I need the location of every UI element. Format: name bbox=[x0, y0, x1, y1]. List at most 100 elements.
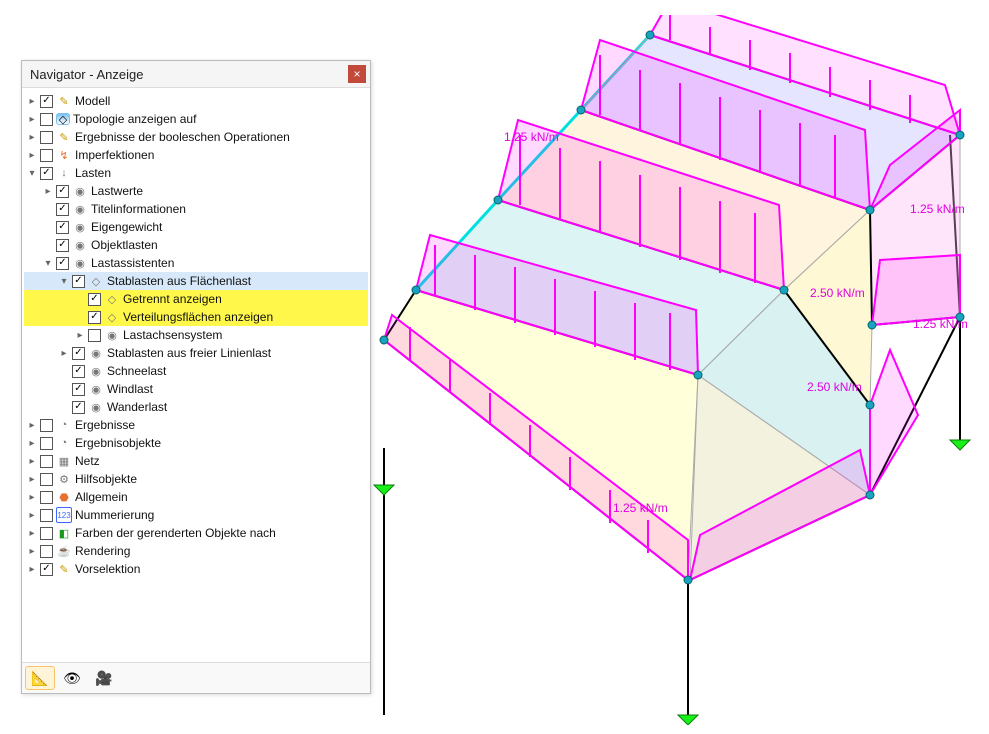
checkbox[interactable] bbox=[40, 509, 53, 522]
tree-item[interactable]: ▸✓◉Stablasten aus freier Linienlast bbox=[24, 344, 368, 362]
checkbox[interactable]: ✓ bbox=[56, 257, 69, 270]
chevron-right-icon[interactable]: ▸ bbox=[26, 473, 38, 485]
chevron-right-icon[interactable]: ▸ bbox=[26, 419, 38, 431]
tree-item[interactable]: ▸◉Lastachsensystem bbox=[24, 326, 368, 344]
tree-item[interactable]: ▸✓◉Objektlasten bbox=[24, 236, 368, 254]
tree-item-label: Windlast bbox=[107, 382, 153, 396]
checkbox[interactable] bbox=[40, 149, 53, 162]
tree-item[interactable]: ▸ ◔Ergebnisse bbox=[24, 416, 368, 434]
chevron-right-icon[interactable]: ▸ bbox=[74, 329, 86, 341]
tree-node-icon: ◧ bbox=[56, 525, 72, 541]
tree-item[interactable]: ▸✎Ergebnisse der booleschen Operationen bbox=[24, 128, 368, 146]
checkbox[interactable]: ✓ bbox=[40, 563, 53, 576]
chevron-right-icon[interactable]: ▸ bbox=[26, 131, 38, 143]
checkbox[interactable] bbox=[40, 473, 53, 486]
tree-item[interactable]: ▸✓◉Schneelast bbox=[24, 362, 368, 380]
tree-item[interactable]: ▸↯Imperfektionen bbox=[24, 146, 368, 164]
chevron-right-icon[interactable]: ▸ bbox=[26, 563, 38, 575]
checkbox[interactable]: ✓ bbox=[56, 185, 69, 198]
chevron-right-icon[interactable]: ▸ bbox=[26, 491, 38, 503]
chevron-right-icon[interactable]: ▸ bbox=[26, 455, 38, 467]
tree-item-label: Imperfektionen bbox=[75, 148, 154, 162]
chevron-right-icon[interactable]: ▸ bbox=[26, 437, 38, 449]
tree-node-icon: ◇ bbox=[104, 309, 120, 325]
tree-node-icon: ◉ bbox=[104, 327, 120, 343]
chevron-right-icon[interactable]: ▸ bbox=[26, 113, 38, 125]
tree-item[interactable]: ▾✓◇Stablasten aus Flächenlast bbox=[24, 272, 368, 290]
tree-item[interactable]: ▸✓✎Modell bbox=[24, 92, 368, 110]
tree-item[interactable]: ▸✓◇Getrennt anzeigen bbox=[24, 290, 368, 308]
checkbox[interactable] bbox=[40, 419, 53, 432]
tree-item-label: Verteilungsflächen anzeigen bbox=[123, 310, 273, 324]
tree-node-icon: ✎ bbox=[56, 93, 72, 109]
tab-camera-icon[interactable]: 🎥 bbox=[89, 666, 119, 690]
tree-view[interactable]: ▸✓✎Modell▸◇Topologie anzeigen auf▸✎Ergeb… bbox=[22, 88, 370, 662]
checkbox[interactable] bbox=[40, 527, 53, 540]
checkbox[interactable]: ✓ bbox=[72, 347, 85, 360]
checkbox[interactable] bbox=[40, 437, 53, 450]
tree-node-icon: ✎ bbox=[56, 129, 72, 145]
tree-item[interactable]: ▸✓✎Vorselektion bbox=[24, 560, 368, 578]
tab-navigator-icon[interactable]: 📐 bbox=[25, 666, 55, 690]
chevron-right-icon[interactable]: ▸ bbox=[26, 95, 38, 107]
tree-item[interactable]: ▸✓◉Lastwerte bbox=[24, 182, 368, 200]
chevron-right-icon[interactable]: ▸ bbox=[26, 527, 38, 539]
checkbox[interactable]: ✓ bbox=[88, 293, 101, 306]
checkbox[interactable]: ✓ bbox=[56, 239, 69, 252]
load-annotation: 1.25 kN/m bbox=[910, 202, 965, 216]
tree-item[interactable]: ▸⚙Hilfsobjekte bbox=[24, 470, 368, 488]
tree-item[interactable]: ▸✓◇Verteilungsflächen anzeigen bbox=[24, 308, 368, 326]
model-viewport[interactable]: 1.25 kN/m 1.25 kN/m 2.50 kN/m 1.25 kN/m … bbox=[370, 15, 980, 725]
checkbox[interactable]: ✓ bbox=[72, 383, 85, 396]
chevron-right-icon[interactable]: ▸ bbox=[42, 185, 54, 197]
tree-item-label: Modell bbox=[75, 94, 110, 108]
checkbox[interactable]: ✓ bbox=[72, 275, 85, 288]
tree-item[interactable]: ▸◇Topologie anzeigen auf bbox=[24, 110, 368, 128]
close-icon[interactable]: × bbox=[348, 65, 366, 83]
tree-item[interactable]: ▸▦Netz bbox=[24, 452, 368, 470]
chevron-right-icon[interactable]: ▸ bbox=[26, 545, 38, 557]
checkbox[interactable]: ✓ bbox=[40, 95, 53, 108]
tree-item[interactable]: ▸✓◉Wanderlast bbox=[24, 398, 368, 416]
tree-item-label: Ergebnisse bbox=[75, 418, 135, 432]
tree-item[interactable]: ▸123Nummerierung bbox=[24, 506, 368, 524]
tree-item[interactable]: ▸☕Rendering bbox=[24, 542, 368, 560]
tree-node-icon: ◉ bbox=[72, 237, 88, 253]
tree-node-icon: ◉ bbox=[88, 399, 104, 415]
tree-item-label: Lastassistenten bbox=[91, 256, 174, 270]
tree-item[interactable]: ▾✓↓Lasten bbox=[24, 164, 368, 182]
checkbox[interactable]: ✓ bbox=[40, 167, 53, 180]
chevron-down-icon[interactable]: ▾ bbox=[26, 167, 38, 179]
checkbox[interactable] bbox=[40, 491, 53, 504]
tree-node-icon: ↓ bbox=[56, 165, 72, 181]
tree-item-label: Topologie anzeigen auf bbox=[73, 112, 196, 126]
checkbox[interactable]: ✓ bbox=[88, 311, 101, 324]
tree-item[interactable]: ▸◧Farben der gerenderten Objekte nach bbox=[24, 524, 368, 542]
checkbox[interactable] bbox=[40, 113, 53, 126]
tree-node-icon: ◇ bbox=[104, 291, 120, 307]
checkbox[interactable] bbox=[40, 455, 53, 468]
checkbox[interactable]: ✓ bbox=[56, 221, 69, 234]
chevron-down-icon[interactable]: ▾ bbox=[42, 257, 54, 269]
tree-item[interactable]: ▸✓◉Eigengewicht bbox=[24, 218, 368, 236]
tab-visibility-icon[interactable]: 👁 bbox=[57, 666, 87, 690]
chevron-right-icon[interactable]: ▸ bbox=[26, 509, 38, 521]
checkbox[interactable]: ✓ bbox=[56, 203, 69, 216]
chevron-down-icon[interactable]: ▾ bbox=[58, 275, 70, 287]
tree-item-label: Wanderlast bbox=[107, 400, 167, 414]
checkbox[interactable] bbox=[40, 545, 53, 558]
checkbox[interactable]: ✓ bbox=[72, 365, 85, 378]
tree-item[interactable]: ▸✓◉Windlast bbox=[24, 380, 368, 398]
tree-node-icon: ◔ bbox=[56, 417, 72, 433]
tree-item[interactable]: ▸◔Ergebnisobjekte bbox=[24, 434, 368, 452]
chevron-right-icon[interactable]: ▸ bbox=[58, 347, 70, 359]
checkbox[interactable]: ✓ bbox=[72, 401, 85, 414]
checkbox[interactable] bbox=[40, 131, 53, 144]
panel-titlebar[interactable]: Navigator - Anzeige × bbox=[22, 61, 370, 88]
tree-node-icon: 123 bbox=[56, 507, 72, 523]
checkbox[interactable] bbox=[88, 329, 101, 342]
tree-item[interactable]: ▸✓◉Titelinformationen bbox=[24, 200, 368, 218]
chevron-right-icon[interactable]: ▸ bbox=[26, 149, 38, 161]
tree-item[interactable]: ▸⬣Allgemein bbox=[24, 488, 368, 506]
tree-item[interactable]: ▾✓◉Lastassistenten bbox=[24, 254, 368, 272]
